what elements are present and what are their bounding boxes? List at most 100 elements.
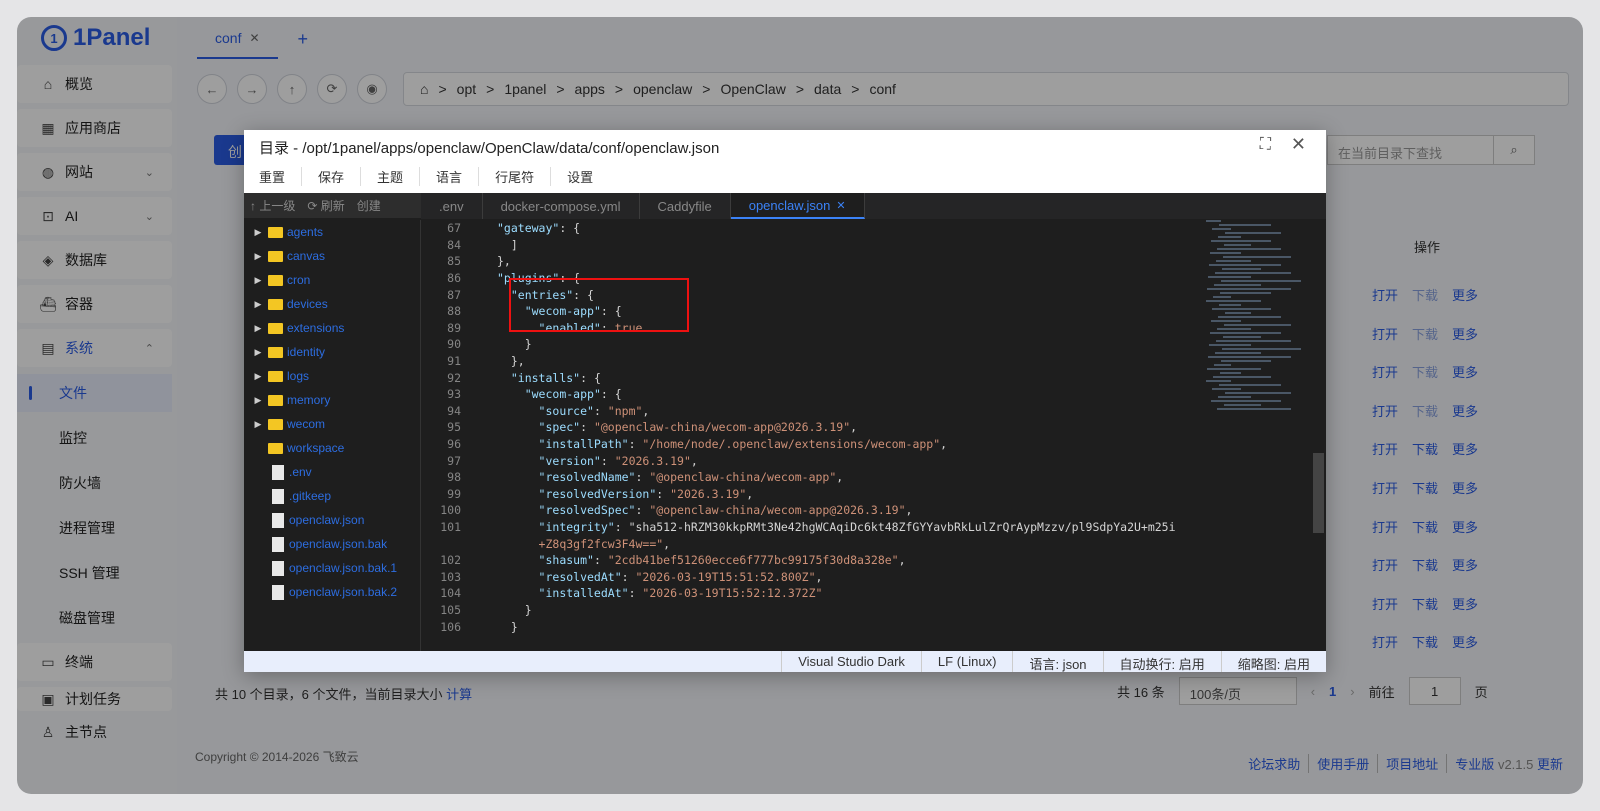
file-tree-item[interactable]: ▶ agents [244,220,420,244]
file-name: logs [287,369,310,383]
menu-theme[interactable]: 主题 [377,167,421,186]
folder-icon [268,226,283,238]
line-text: ] [497,237,518,252]
file-tree-item[interactable]: ▶ devices [244,292,420,316]
file-tree-item[interactable]: workspace [244,436,420,460]
file-name: extensions [287,321,345,335]
file-tree-item[interactable]: ▶ extensions [244,316,420,340]
minimap-line [1217,328,1251,330]
file-icon [272,536,284,552]
line-number: 102 [440,553,461,568]
line-number: 91 [447,354,461,369]
minimap-line [1208,276,1251,278]
line-text: "installs": { [510,370,601,385]
create-dropdown[interactable]: 创建 [357,197,381,214]
line-number: 87 [447,287,461,302]
refresh-button[interactable]: ⟳ 刷新 [307,197,344,214]
line-number: 103 [440,569,461,584]
app-window: 1 1Panel ⌂ 概览 ▦ 应用商店 ◍ 网站 ⌄ ⊡ AI ⌄ ◈ 数据库 ⛴ 容器 ▤ 系统… [17,17,1583,794]
file-tree-item[interactable]: ▶ canvas [244,244,420,268]
line-text: "integrity": "sha512-hRZM30kkpRMt3Ne42hg… [538,519,1176,534]
file-tree-item[interactable]: openclaw.json.bak.2 [244,580,420,604]
code-line: 94 "source": "npm", [421,403,1206,420]
file-tree-item[interactable]: .gitkeep [244,484,420,508]
scrollbar[interactable] [1313,453,1324,533]
editor-tab[interactable]: .env [421,193,483,219]
parent-dir-button[interactable]: ↑ 上一级 [250,197,295,214]
highlight-box [509,278,689,332]
editor-tab[interactable]: Caddyfile [640,193,731,219]
editor-tab-active[interactable]: openclaw.json ✕ [730,193,865,219]
code-line: 102 "shasum": "2cdb41bef51260ecce6f777bc… [421,552,1206,569]
file-name: wecom [287,417,326,431]
file-tree-item[interactable]: openclaw.json.bak.1 [244,556,420,580]
minimap-line [1225,312,1251,314]
file-tree-item[interactable]: ▶ cron [244,268,420,292]
file-name: openclaw.json.bak [289,537,388,551]
chevron-right-icon: ▶ [254,346,262,357]
line-text: "wecom-app": { [524,387,622,402]
status-bar: Visual Studio Dark LF (Linux) 语言: json 自… [244,651,1326,672]
chevron-right-icon: ▶ [254,322,262,333]
code-line: 100 "resolvedSpec": "@openclaw-china/wec… [421,502,1206,519]
status-theme[interactable]: Visual Studio Dark [781,651,921,672]
minimap-line [1220,292,1271,294]
menu-reset[interactable]: 重置 [259,167,303,186]
minimap-line [1214,364,1231,366]
code-line: 93 "wecom-app": { [421,386,1206,403]
line-text: "installedAt": "2026-03-19T15:52:12.372Z… [538,586,823,601]
status-minimap[interactable]: 缩略图: 启用 [1220,651,1326,672]
file-tree-item[interactable]: ▶ wecom [244,412,420,436]
code-editor: ↑ 上一级 ⟳ 刷新 创建 .env docker-compose.yml Ca… [244,193,1326,651]
code-line: 101 "integrity": "sha512-hRZM30kkpRMt3Ne… [421,519,1206,536]
editor-dialog: 目录 - /opt/1panel/apps/openclaw/OpenClaw/… [244,130,1326,672]
code-line: 85}, [421,253,1206,270]
minimap-line [1207,368,1261,370]
minimap-line [1212,308,1271,310]
status-wrap[interactable]: 自动换行: 启用 [1102,651,1221,672]
line-text: "resolvedVersion": "2026.3.19", [538,486,754,501]
line-text: } [497,602,532,617]
tree-toolbar: ↑ 上一级 ⟳ 刷新 创建 [244,193,421,218]
file-tree-item[interactable]: ▶ identity [244,340,420,364]
code-line: +Z8q3gf2fcw3F4w==", [421,535,1206,552]
minimap-line [1213,376,1271,378]
close-icon[interactable]: ✕ [836,199,845,212]
fullscreen-icon[interactable]: ⛶ [1260,136,1271,154]
minimap-line [1218,316,1281,318]
minimap-line [1207,288,1291,290]
minimap-line [1210,332,1281,334]
minimap-line [1218,396,1251,398]
code-line: 106 } [421,618,1206,635]
code-line: 95 "spec": "@openclaw-china/wecom-app@20… [421,419,1206,436]
minimap-line [1219,384,1281,386]
menu-save[interactable]: 保存 [318,167,362,186]
line-number: 84 [447,237,461,252]
close-icon[interactable]: ✕ [1291,134,1306,155]
editor-tab[interactable]: docker-compose.yml [483,193,640,219]
file-tree-item[interactable]: openclaw.json [244,508,420,532]
file-tree-item[interactable]: openclaw.json.bak [244,532,420,556]
line-text: }, [497,354,525,369]
chevron-right-icon: ▶ [254,370,262,381]
menu-settings[interactable]: 设置 [567,167,609,186]
minimap-line [1220,372,1241,374]
file-tree-item[interactable]: ▶ memory [244,388,420,412]
folder-icon [268,394,283,406]
minimap-line [1212,228,1231,230]
file-tree-item[interactable]: ▶ logs [244,364,420,388]
chevron-right-icon: ▶ [254,274,262,285]
line-text: } [497,619,518,634]
line-number: 94 [447,403,461,418]
file-icon [272,512,284,528]
file-name: .env [289,465,312,479]
menu-eol[interactable]: 行尾符 [495,167,552,186]
line-number: 100 [440,503,461,518]
file-tree-item[interactable]: .env [244,460,420,484]
file-name: openclaw.json.bak.1 [289,561,398,575]
status-eol[interactable]: LF (Linux) [920,651,1013,672]
status-language[interactable]: 语言: json [1012,651,1102,672]
minimap-line [1221,360,1271,362]
minimap[interactable] [1206,220,1306,420]
menu-language[interactable]: 语言 [436,167,480,186]
